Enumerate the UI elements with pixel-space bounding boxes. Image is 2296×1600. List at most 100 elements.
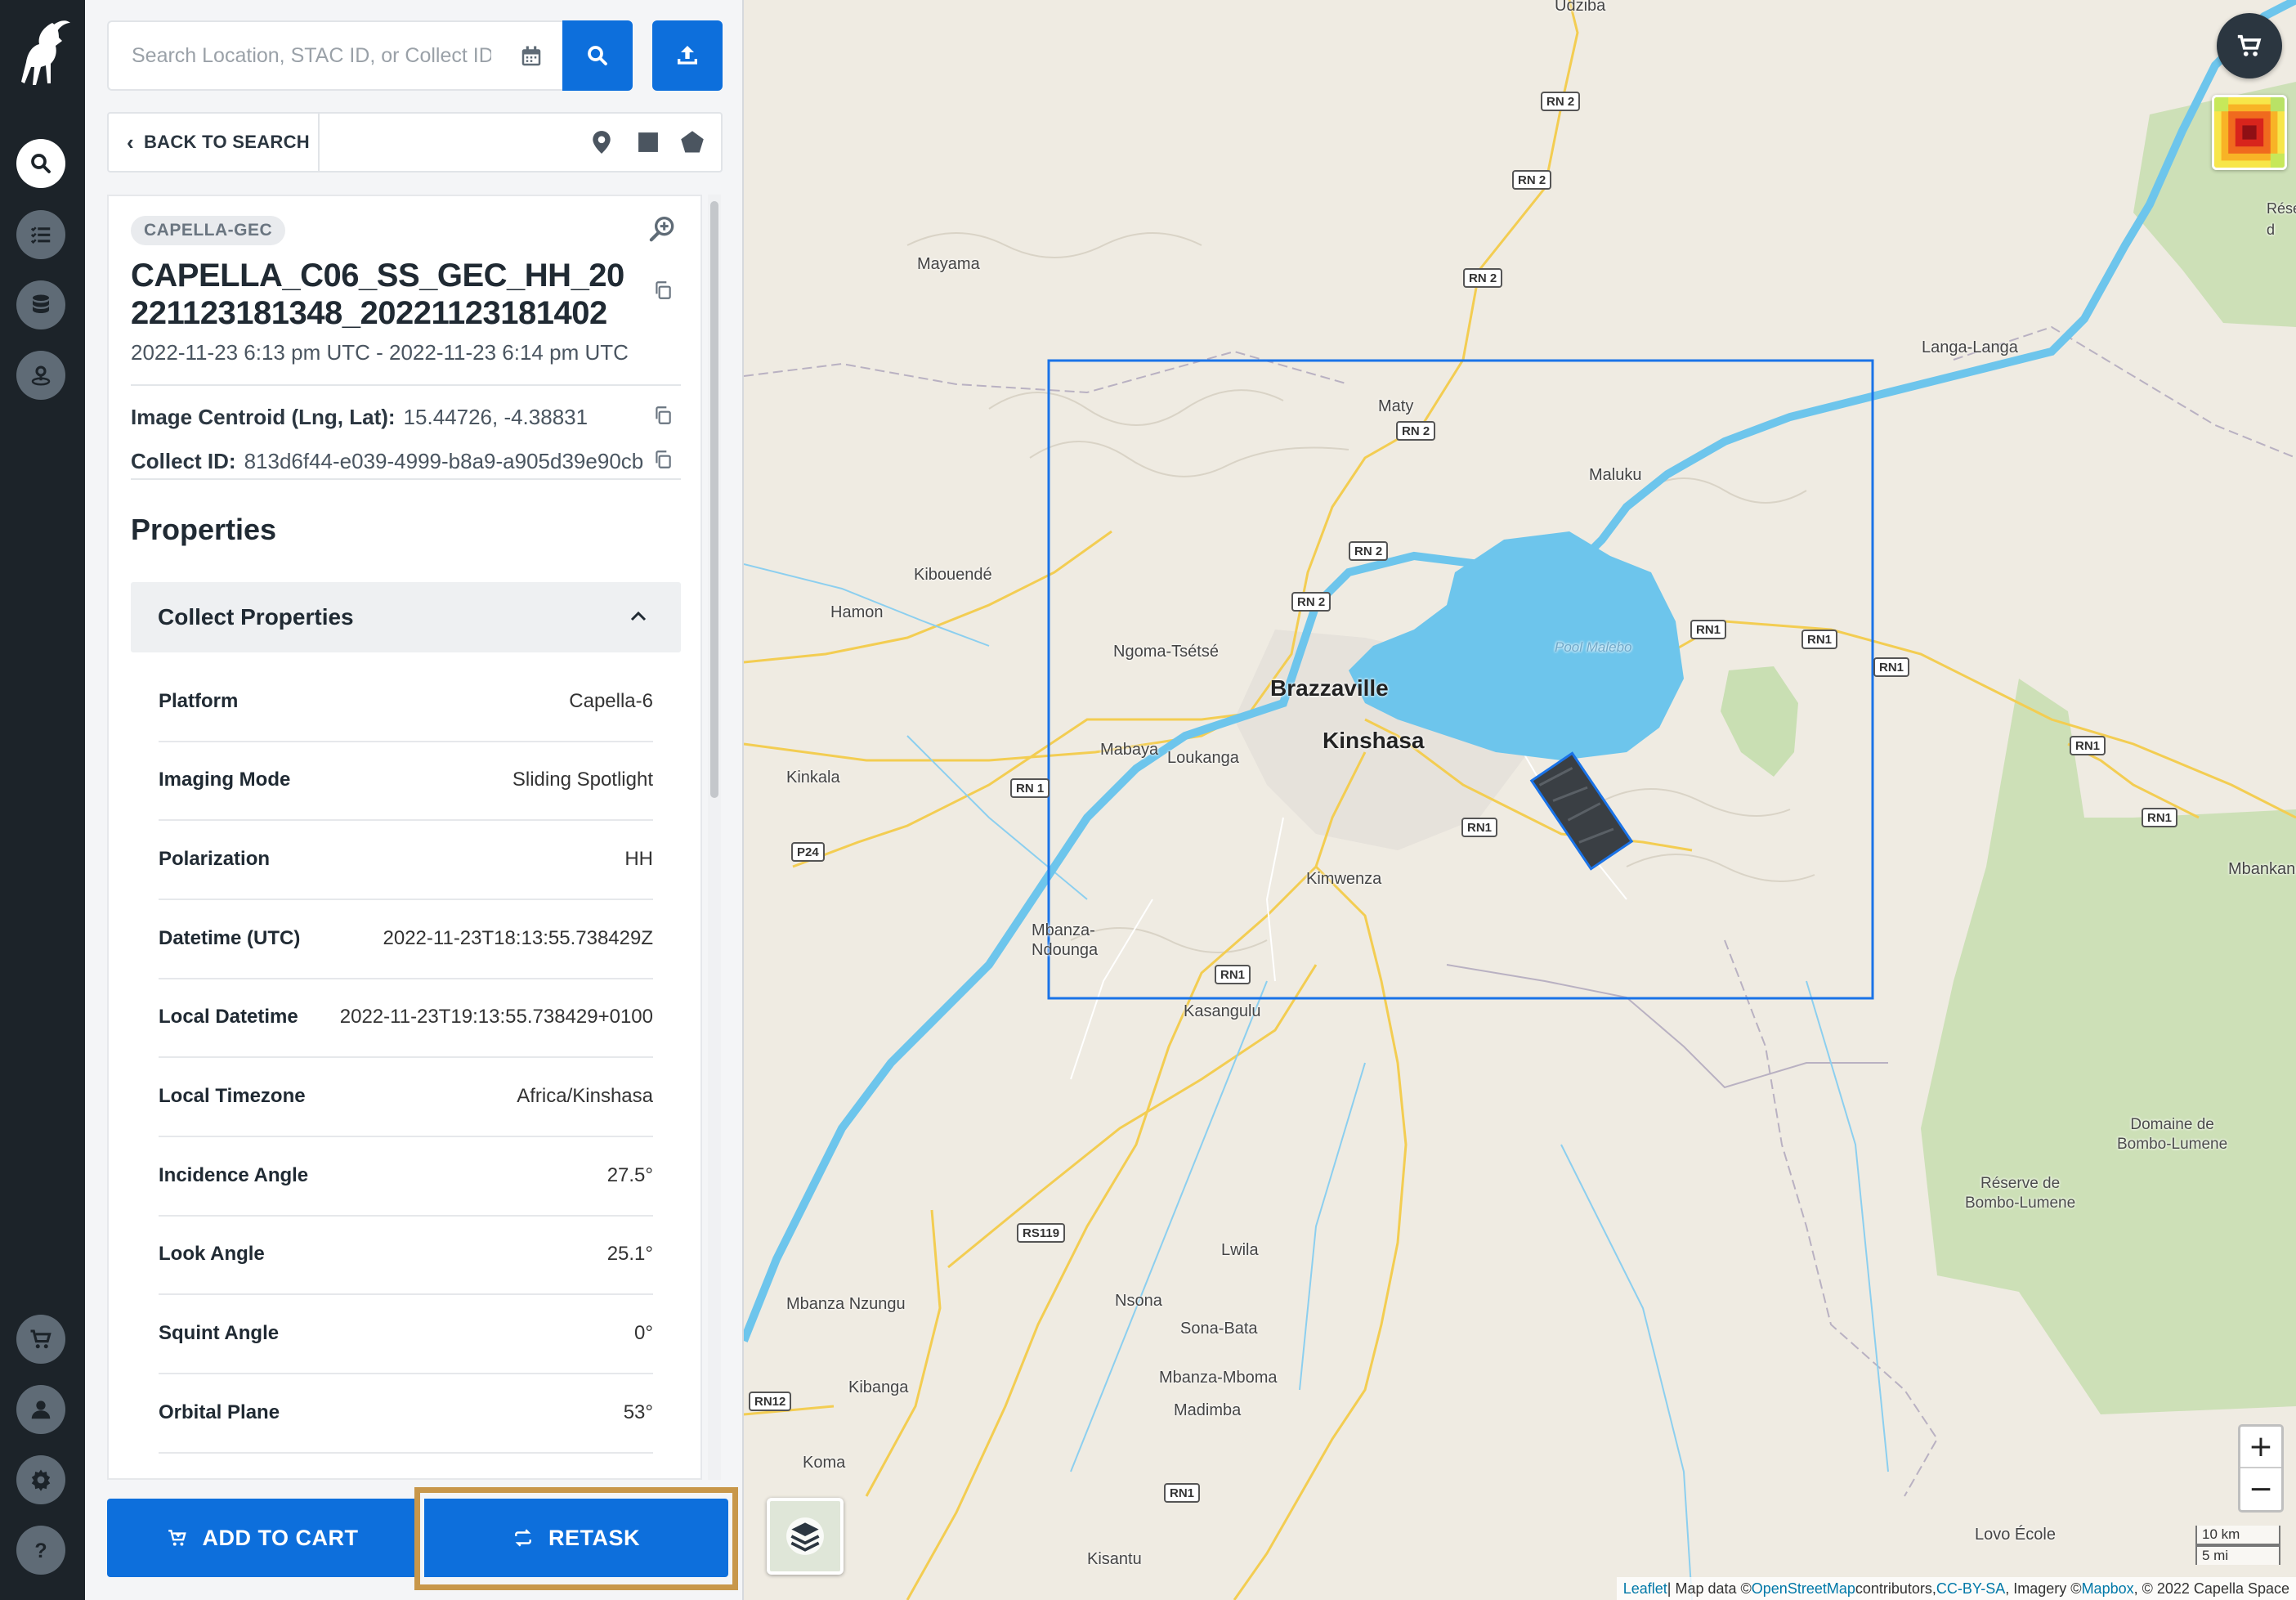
map-label: Kibouendé (914, 566, 992, 584)
osm-link[interactable]: OpenStreetMap (1752, 1580, 1855, 1598)
property-value: Africa/Kinshasa (517, 1085, 653, 1107)
location-target-icon (31, 365, 51, 386)
tasks-nav-button[interactable] (16, 210, 65, 259)
heatmap-icon (2214, 97, 2285, 168)
collection-badge[interactable]: CAPELLA-GEC (131, 216, 286, 245)
zoom-control: + − (2238, 1424, 2284, 1513)
left-nav-rail: ? (0, 0, 85, 1600)
road-shield: RN 2 (1512, 170, 1552, 190)
centroid-value: 15.44726, -4.38831 (403, 405, 589, 429)
divider (131, 384, 681, 386)
panel-scrollbar[interactable] (708, 195, 721, 1480)
property-key: Datetime (UTC) (159, 927, 301, 949)
road-shield: RN1 (1461, 818, 1498, 837)
scrollbar-thumb[interactable] (710, 201, 718, 798)
draw-rectangle-button[interactable] (634, 128, 662, 156)
properties-heading: Properties (131, 513, 277, 546)
heatmap-toggle-button[interactable] (2212, 95, 2287, 170)
map-label: Pool Malebo (1555, 639, 1632, 655)
search-icon (31, 154, 51, 173)
map-label: Kisantu (1087, 1550, 1142, 1568)
divider (131, 478, 681, 480)
collect-title: CAPELLA_C06_SS_GEC_HH_20221123181348_202… (131, 258, 624, 331)
zoom-out-button[interactable]: − (2240, 1468, 2281, 1510)
draw-point-button[interactable] (588, 128, 615, 156)
detail-panel: ‹ BACK TO SEARCH CAPELLA-GEC CAPELLA_C06… (85, 0, 744, 1600)
search-button[interactable] (562, 20, 633, 91)
sar-image-footprint (1529, 751, 1634, 871)
cart-nav-button[interactable] (16, 1315, 65, 1364)
zoom-to-icon[interactable] (647, 213, 679, 245)
property-row: Polarization HH (159, 822, 653, 900)
map-label: Mbanza- Ndounga (1032, 921, 1099, 959)
back-to-search-label: BACK TO SEARCH (143, 132, 310, 152)
map-label: Maty (1378, 397, 1414, 415)
map-label: Hamon (830, 603, 884, 621)
copy-title-icon[interactable] (652, 280, 674, 301)
mapbox-link[interactable]: Mapbox (2082, 1580, 2134, 1598)
property-value: Sliding Spotlight (512, 769, 653, 791)
map-view[interactable]: Udziba Mayama Maty Langa-Langa Maluku Ki… (744, 0, 2296, 1600)
draw-polygon-button[interactable] (678, 128, 706, 156)
map-label: Kinkala (786, 769, 840, 787)
back-to-search-button[interactable]: ‹ BACK TO SEARCH (109, 114, 320, 171)
pentagon-icon (681, 131, 704, 153)
tasking-nav-button[interactable] (16, 351, 65, 400)
property-value: 2022-11-23T19:13:55.738429+0100 (339, 1006, 653, 1028)
park-patch (1721, 666, 1798, 777)
border-dashed-2 (1724, 939, 1939, 1497)
property-key: Orbital Plane (159, 1401, 280, 1423)
search-field[interactable] (107, 20, 565, 91)
datetime-range: 2022-11-23 6:13 pm UTC - 2022-11-23 6:14… (131, 340, 629, 365)
ccbysa-link[interactable]: CC-BY-SA (1936, 1580, 2005, 1598)
property-row: Platform Capella-6 (159, 664, 653, 742)
property-row: Look Angle 25.1° (159, 1217, 653, 1295)
database-icon (33, 294, 49, 313)
upload-button[interactable] (652, 20, 723, 91)
map-label: Lovo École (1975, 1526, 2056, 1544)
road-shield: RN1 (2142, 808, 2178, 827)
search-nav-button[interactable] (16, 139, 65, 188)
attribution-text: contributors, (1855, 1580, 1936, 1597)
capella-logo[interactable] (10, 16, 72, 98)
scale-km: 10 km (2195, 1526, 2280, 1545)
property-value: 0° (634, 1322, 653, 1344)
property-key: Local Datetime (159, 1006, 298, 1028)
calendar-icon[interactable] (519, 44, 544, 69)
map-label: Domaine de Bombo-Lumene (2117, 1116, 2228, 1153)
draw-toolbar: ‹ BACK TO SEARCH (107, 112, 723, 173)
database-nav-button[interactable] (16, 280, 65, 329)
terrain-lines (906, 232, 1815, 953)
accordion-title: Collect Properties (158, 604, 354, 630)
svg-text:?: ? (34, 1539, 47, 1562)
map-label: Maluku (1589, 466, 1642, 484)
road-shield: RN 2 (1349, 541, 1389, 561)
copy-centroid-icon[interactable] (652, 405, 674, 426)
map-label: Udziba (1555, 0, 1606, 15)
action-bar: ADD TO CART RETASK (107, 1487, 738, 1590)
road-shield: RN1 (1801, 630, 1838, 649)
property-value: HH (624, 848, 653, 870)
collect-properties-accordion[interactable]: Collect Properties (131, 582, 681, 652)
map-label: Nsona (1115, 1292, 1162, 1310)
layers-button[interactable] (767, 1498, 844, 1575)
search-input[interactable] (132, 43, 491, 68)
collect-id-line: Collect ID: 813d6f44-e039-4999-b8a9-a905d… (131, 449, 643, 474)
cart-fab-button[interactable] (2217, 13, 2282, 78)
repeat-icon (515, 1529, 531, 1547)
map-label: Kinshasa (1323, 728, 1425, 753)
help-nav-button[interactable]: ? (16, 1526, 65, 1575)
leaflet-link[interactable]: Leaflet (1623, 1580, 1667, 1598)
settings-nav-button[interactable] (16, 1455, 65, 1504)
property-row: Local Datetime 2022-11-23T19:13:55.738429… (159, 979, 653, 1058)
map-pin-icon (593, 131, 611, 154)
zoom-in-button[interactable]: + (2240, 1427, 2281, 1468)
property-key: Incidence Angle (159, 1164, 309, 1186)
road-shield: RN 2 (1463, 268, 1503, 288)
add-to-cart-button[interactable]: ADD TO CART (107, 1499, 418, 1577)
road-shield: RN12 (749, 1392, 792, 1411)
copy-collect-id-icon[interactable] (652, 449, 674, 470)
account-nav-button[interactable] (16, 1385, 65, 1434)
retask-button[interactable]: RETASK (424, 1499, 728, 1577)
search-icon (588, 46, 607, 65)
